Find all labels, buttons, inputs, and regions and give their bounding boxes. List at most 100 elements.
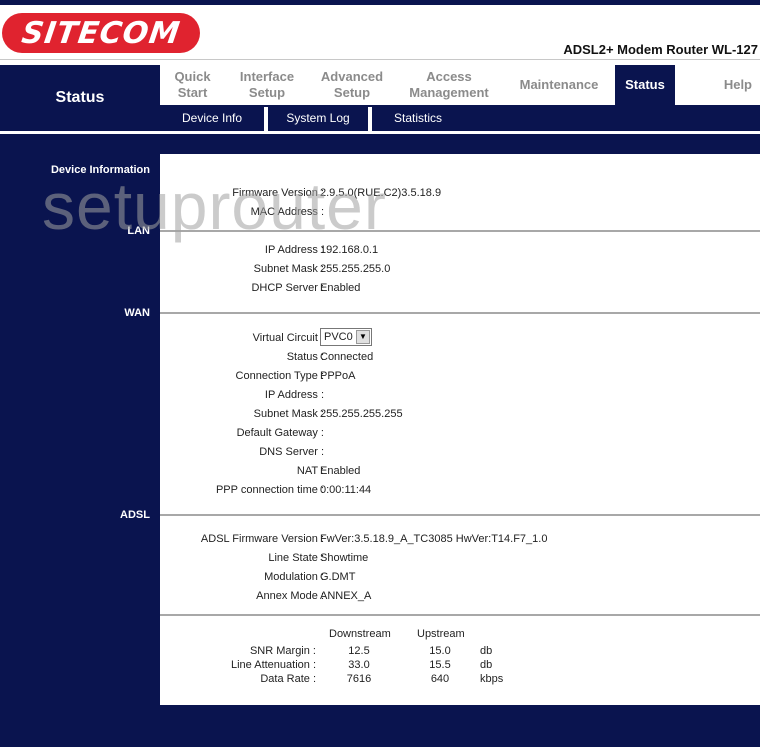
stats-label: Data Rate : bbox=[260, 673, 316, 685]
field-value: 255.255.255.0 bbox=[320, 263, 391, 275]
stats-unit: kbps bbox=[480, 673, 504, 685]
field-label: Subnet Mask : bbox=[253, 263, 324, 275]
field-value: Showtime bbox=[320, 552, 369, 564]
field-value: 2.9.5.0(RUE.C2)3.5.18.9 bbox=[320, 187, 442, 199]
section-label-wan: WAN bbox=[124, 307, 150, 319]
model-name: ADSL2+ Modem Router WL-127 bbox=[563, 42, 758, 57]
field-value: 255.255.255.255 bbox=[320, 408, 403, 420]
info-row: Line State : Showtime bbox=[160, 551, 760, 565]
field-value: G.DMT bbox=[320, 571, 356, 583]
field-value: FwVer:3.5.18.9_A_TC3085 HwVer:T14.F7_1.0 bbox=[320, 533, 548, 545]
field-label: DNS Server : bbox=[259, 446, 324, 458]
subnav-device-info[interactable]: Device Info bbox=[160, 105, 264, 131]
section-label-device-info: Device Information bbox=[50, 164, 150, 176]
info-row: DHCP Server : Enabled bbox=[160, 281, 760, 295]
sitecom-logo: SITECOM bbox=[2, 13, 200, 53]
nav-access-management[interactable]: Access Management bbox=[395, 65, 503, 105]
field-value: ANNEX_A bbox=[320, 590, 372, 602]
section-divider bbox=[160, 230, 760, 232]
stats-downstream: 12.5 bbox=[348, 645, 370, 657]
stats-unit: db bbox=[480, 659, 493, 671]
info-row: Annex Mode : ANNEX_A bbox=[160, 589, 760, 603]
stats-label: SNR Margin : bbox=[249, 645, 316, 657]
info-row: Status : Connected bbox=[160, 350, 760, 364]
logo-text: SITECOM bbox=[19, 15, 183, 51]
nav-label: Access bbox=[426, 69, 472, 84]
line-stats-table: Downstream Upstream SNR Margin : 12.5 15… bbox=[160, 628, 760, 688]
nav-label: Advanced bbox=[320, 69, 384, 84]
section-label-lan: LAN bbox=[127, 225, 150, 237]
subnav-statistics[interactable]: Statistics bbox=[372, 105, 464, 131]
nav-help[interactable]: Help bbox=[675, 65, 760, 105]
field-label: Virtual Circuit : bbox=[252, 332, 324, 344]
sidebar: Device Information LAN WAN ADSL bbox=[0, 154, 160, 747]
nav-maintenance[interactable]: Maintenance bbox=[503, 65, 615, 105]
field-label: Default Gateway : bbox=[236, 427, 324, 439]
section-title: Status bbox=[0, 65, 160, 131]
info-row: PPP connection time :0:00:11:44 bbox=[160, 483, 760, 497]
field-value: Connected bbox=[320, 351, 374, 363]
nav-interface-setup[interactable]: Interface Setup bbox=[225, 65, 309, 105]
nav-advanced-setup[interactable]: Advanced Setup bbox=[309, 65, 395, 105]
field-label: ADSL Firmware Version : bbox=[200, 533, 324, 545]
field-value: PPPoA bbox=[320, 370, 356, 382]
section-divider bbox=[160, 514, 760, 516]
field-value: Enabled bbox=[320, 465, 361, 477]
stats-downstream: 7616 bbox=[346, 673, 372, 685]
stats-unit: db bbox=[480, 645, 493, 657]
field-label: Firmware Version : bbox=[232, 187, 324, 199]
field-label: Line State : bbox=[268, 552, 324, 564]
info-row: IP Address : bbox=[160, 388, 760, 402]
field-label: Status : bbox=[286, 351, 324, 363]
info-row: Modulation : G.DMT bbox=[160, 570, 760, 584]
section-divider bbox=[160, 614, 760, 616]
subnav-system-log[interactable]: System Log bbox=[268, 105, 368, 131]
nav-label: Setup bbox=[333, 85, 371, 100]
field-value: 0:00:11:44 bbox=[320, 484, 372, 496]
nav-label: Start bbox=[177, 85, 208, 100]
nav-label: Setup bbox=[248, 85, 286, 100]
nav-label: Help bbox=[723, 77, 752, 92]
info-row: Virtual Circuit : PVC0 ▼ bbox=[160, 328, 760, 346]
section-label-adsl: ADSL bbox=[120, 509, 150, 521]
select-value: PVC0 bbox=[324, 331, 353, 343]
field-label: Annex Mode : bbox=[256, 590, 324, 602]
sub-nav: Device Info System Log Statistics bbox=[160, 105, 760, 131]
content-panel: Firmware Version :2.9.5.0(RUE.C2)3.5.18.… bbox=[160, 154, 760, 705]
field-label: IP Address : bbox=[264, 389, 324, 401]
info-row: MAC Address : bbox=[160, 205, 760, 219]
info-row: IP Address :192.168.0.1 bbox=[160, 243, 760, 257]
stats-upstream: 15.0 bbox=[429, 645, 451, 657]
column-header-upstream: Upstream bbox=[417, 628, 465, 640]
stats-upstream: 640 bbox=[430, 673, 450, 685]
chevron-down-icon[interactable]: ▼ bbox=[356, 330, 370, 344]
info-row: Subnet Mask :255.255.255.255 bbox=[160, 407, 760, 421]
field-label: PPP connection time : bbox=[215, 484, 324, 496]
nav-label: Maintenance bbox=[519, 77, 599, 92]
main-nav: Quick Start Interface Setup Advanced Setup … bbox=[160, 65, 760, 105]
nav-quick-start[interactable]: Quick Start bbox=[160, 65, 225, 105]
header: SITECOM ADSL2+ Modem Router WL-127 bbox=[0, 5, 760, 60]
field-label: Modulation : bbox=[264, 571, 324, 583]
field-label: Connection Type : bbox=[235, 370, 324, 382]
field-label: MAC Address : bbox=[250, 206, 324, 218]
column-header-downstream: Downstream bbox=[329, 628, 391, 640]
field-value: Enabled bbox=[320, 282, 361, 294]
info-row: NAT : Enabled bbox=[160, 464, 760, 478]
field-label: Subnet Mask : bbox=[253, 408, 324, 420]
field-label: IP Address : bbox=[264, 244, 324, 256]
virtual-circuit-select[interactable]: PVC0 ▼ bbox=[320, 328, 372, 346]
nav-label: Status bbox=[625, 77, 665, 92]
stats-upstream: 15.5 bbox=[429, 659, 451, 671]
nav-label: Quick bbox=[174, 69, 211, 84]
nav-status[interactable]: Status bbox=[615, 65, 675, 105]
nav-label: Interface bbox=[239, 69, 295, 84]
section-divider bbox=[160, 312, 760, 314]
info-row: Firmware Version :2.9.5.0(RUE.C2)3.5.18.… bbox=[160, 186, 760, 200]
info-row: ADSL Firmware Version : FwVer:3.5.18.9_A_… bbox=[160, 532, 760, 546]
info-row: Connection Type : PPPoA bbox=[160, 369, 760, 383]
field-label: DHCP Server : bbox=[251, 282, 324, 294]
nav-gap bbox=[0, 134, 760, 154]
stats-downstream: 33.0 bbox=[348, 659, 370, 671]
info-row: DNS Server : bbox=[160, 445, 760, 459]
